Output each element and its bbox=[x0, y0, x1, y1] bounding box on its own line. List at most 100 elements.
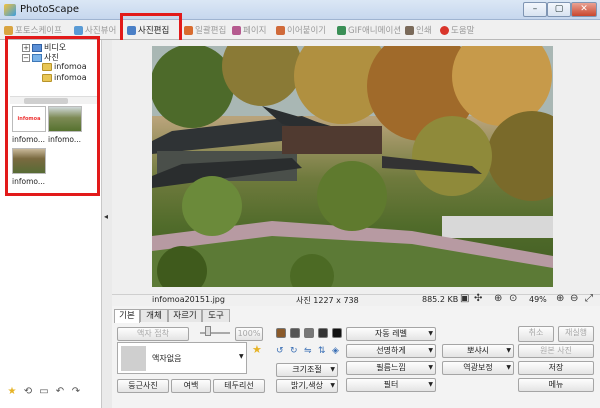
maximize-button[interactable]: ▢ bbox=[547, 2, 571, 17]
tab-label: 도움말 bbox=[451, 26, 475, 36]
tab-label: 일괄편집 bbox=[195, 26, 227, 36]
edit-tab-basic[interactable]: 기본 bbox=[114, 309, 140, 323]
button-label: 밝기,색상 bbox=[291, 381, 323, 390]
sharpen-button[interactable]: 선명하게 ▼ bbox=[346, 344, 436, 358]
status-filename: infomoa20151.jpg bbox=[152, 295, 225, 304]
zoom-icon[interactable]: ⊙ bbox=[509, 294, 517, 304]
tab-label: 사진뷰어 bbox=[85, 26, 117, 36]
undo-button[interactable]: 취소 bbox=[518, 326, 554, 342]
margin-button[interactable]: 여백 bbox=[171, 379, 211, 393]
transform-icon[interactable]: ◈ bbox=[332, 346, 339, 356]
frame-select-value: 액자없음 bbox=[152, 354, 182, 363]
button-label: 크기조절 bbox=[292, 365, 322, 374]
highlight-box-left-panel bbox=[5, 36, 100, 196]
tab-label: GIF애니메이션 bbox=[348, 26, 402, 36]
button-label: 필름느낌 bbox=[376, 363, 406, 372]
dropdown-icon[interactable]: ▼ bbox=[239, 353, 244, 360]
panel-splitter[interactable] bbox=[102, 40, 112, 408]
tab-page[interactable]: 페이지 bbox=[232, 22, 266, 38]
page-icon bbox=[232, 25, 241, 35]
gif-icon bbox=[337, 25, 346, 35]
color-swatch[interactable] bbox=[276, 328, 286, 338]
flip-vertical-icon[interactable]: ⇅ bbox=[318, 346, 326, 356]
tab-help[interactable]: 도움말 bbox=[440, 22, 474, 38]
dropdown-arrow-icon: ▼ bbox=[330, 366, 335, 373]
dropdown-arrow-icon: ▼ bbox=[506, 347, 511, 354]
dropdown-arrow-icon: ▼ bbox=[330, 382, 335, 389]
favorite-star-icon[interactable]: ★ bbox=[6, 386, 18, 398]
button-label: 역광보정 bbox=[463, 363, 493, 372]
border-button[interactable]: 테두리선 bbox=[213, 379, 265, 393]
edit-tab-tools[interactable]: 도구 bbox=[202, 309, 230, 322]
zoom-fit-icon[interactable]: ⊕ bbox=[494, 294, 502, 304]
status-filesize: 885.2 KB bbox=[422, 295, 459, 304]
edit-tab-crop[interactable]: 자르기 bbox=[168, 309, 202, 322]
fit-icon[interactable]: ▣ bbox=[460, 294, 469, 304]
color-swatch[interactable] bbox=[318, 328, 328, 338]
frame-apply-button[interactable]: 액자 접착 bbox=[117, 327, 189, 341]
tab-label: 인쇄 bbox=[416, 26, 432, 36]
rotate-right-icon[interactable]: ↻ bbox=[290, 346, 298, 356]
frame-percent-box[interactable]: 100% bbox=[235, 327, 263, 341]
backlight-correction-button[interactable]: 역광보정 ▼ bbox=[442, 361, 514, 375]
print-icon bbox=[405, 25, 414, 35]
original-photo-button[interactable]: 원본 사진 bbox=[518, 344, 594, 358]
fullscreen-icon[interactable]: ⤢ bbox=[585, 294, 593, 304]
favorite-frame-star-icon[interactable]: ★ bbox=[252, 343, 262, 356]
color-swatch[interactable] bbox=[304, 328, 314, 338]
filter-button[interactable]: 필터 ▼ bbox=[346, 378, 436, 392]
dropdown-arrow-icon: ▼ bbox=[428, 381, 433, 388]
photo-image bbox=[152, 46, 553, 287]
batch-icon bbox=[184, 25, 193, 35]
forward-icon[interactable]: ↷ bbox=[70, 386, 82, 398]
minimize-button[interactable]: – bbox=[523, 2, 547, 17]
close-button[interactable]: ✕ bbox=[571, 2, 597, 17]
tab-label: 페이지 bbox=[243, 26, 267, 36]
tab-label: 이어붙이기 bbox=[287, 26, 327, 36]
button-label: 선명하게 bbox=[376, 346, 406, 355]
zoom-in-icon[interactable]: ⊕ bbox=[556, 294, 564, 304]
redo-button[interactable]: 재실행 bbox=[558, 326, 594, 342]
tab-print[interactable]: 인쇄 bbox=[405, 22, 432, 38]
dropdown-arrow-icon: ▼ bbox=[428, 330, 433, 337]
status-dimensions: 사진 1227 x 738 bbox=[296, 296, 359, 305]
open-folder-icon[interactable]: ▭ bbox=[38, 386, 50, 398]
menu-button[interactable]: 메뉴 bbox=[518, 378, 594, 392]
window-title: PhotoScape bbox=[20, 4, 79, 15]
brightness-button[interactable]: 밝기,색상 ▼ bbox=[276, 379, 338, 393]
photoscape-icon bbox=[4, 25, 13, 35]
left-toolbar: ★ ⟲ ▭ ↶ ↷ bbox=[6, 386, 82, 400]
dropdown-arrow-icon: ▼ bbox=[428, 364, 433, 371]
back-icon[interactable]: ↶ bbox=[54, 386, 66, 398]
photo-canvas[interactable] bbox=[152, 46, 553, 287]
zoom-out-icon[interactable]: ⊖ bbox=[570, 294, 578, 304]
folder-link-icon[interactable]: ⟲ bbox=[22, 386, 34, 398]
combine-icon bbox=[276, 25, 285, 35]
tab-gif[interactable]: GIF애니메이션 bbox=[337, 22, 401, 38]
color-swatch[interactable] bbox=[332, 328, 342, 338]
zoom-level: 49% bbox=[529, 295, 547, 304]
app-icon bbox=[4, 4, 16, 16]
bloom-button[interactable]: 뽀샤시 ▼ bbox=[442, 344, 514, 358]
edit-tab-object[interactable]: 개체 bbox=[140, 309, 168, 322]
resize-button[interactable]: 크기조절 ▼ bbox=[276, 363, 338, 377]
tab-batch[interactable]: 일괄편집 bbox=[184, 22, 226, 38]
film-effect-button[interactable]: 필름느낌 ▼ bbox=[346, 361, 436, 375]
button-label: 필터 bbox=[383, 380, 399, 389]
dropdown-arrow-icon: ▼ bbox=[428, 347, 433, 354]
tab-combine[interactable]: 이어붙이기 bbox=[276, 22, 326, 38]
color-swatch[interactable] bbox=[290, 328, 300, 338]
frame-preview bbox=[121, 346, 146, 371]
save-button[interactable]: 저장 bbox=[518, 361, 594, 375]
tab-label: 포토스케이프 bbox=[15, 26, 62, 36]
frame-slider-knob[interactable] bbox=[205, 326, 211, 336]
collapse-arrow-icon[interactable]: ◂ bbox=[104, 212, 108, 221]
auto-level-button[interactable]: 자동 레벨 ▼ bbox=[346, 327, 436, 341]
dropdown-arrow-icon: ▼ bbox=[506, 364, 511, 371]
round-photo-button[interactable]: 둥근사진 bbox=[117, 379, 169, 393]
button-label: 뽀샤시 bbox=[466, 346, 490, 355]
rotate-left-icon[interactable]: ↺ bbox=[276, 346, 284, 356]
title-bar: PhotoScape – ▢ ✕ bbox=[0, 0, 600, 20]
actual-size-icon[interactable]: ✣ bbox=[474, 294, 482, 304]
flip-horizontal-icon[interactable]: ⇋ bbox=[304, 346, 312, 356]
